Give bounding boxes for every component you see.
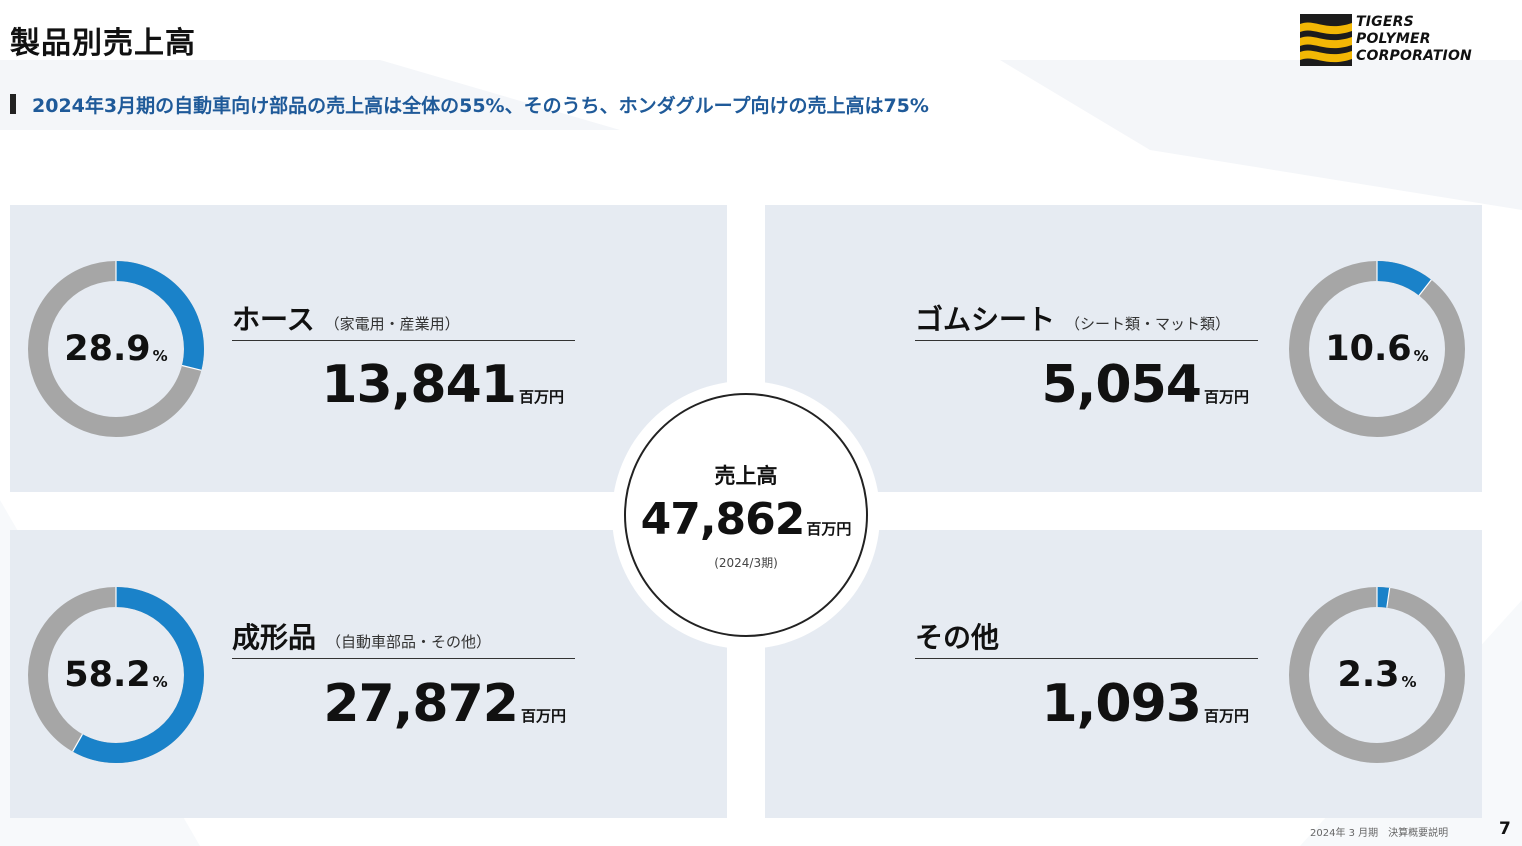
page-number: 7	[1499, 819, 1511, 839]
category-name-other: その他	[915, 621, 1000, 654]
total-sales-unit: 百万円	[806, 519, 852, 538]
sales-unit-rubber-sheet: 百万円	[1203, 388, 1249, 406]
sales-unit-other: 百万円	[1203, 707, 1249, 725]
donut-other: 2.3%	[1289, 587, 1465, 763]
category-name-hose: ホース	[232, 303, 315, 336]
sales-value-other: 1,093	[1041, 674, 1202, 734]
page-title: 製品別売上高	[10, 26, 196, 61]
category-header-molded: 成形品 （自動車部品・その他）	[232, 615, 575, 659]
category-header-hose: ホース （家電用・産業用）	[232, 297, 575, 341]
category-value-molded: 27,872 百万円	[232, 677, 566, 731]
logo-stripes-icon	[1300, 14, 1352, 66]
sales-unit-hose: 百万円	[518, 388, 564, 406]
sales-value-molded: 27,872	[323, 674, 519, 734]
category-header-other: その他	[915, 615, 1258, 659]
category-sub-rubber-sheet: （シート類・マット類）	[1065, 315, 1231, 333]
total-sales-circle: 売上高 47,862 百万円 (2024/3期)	[624, 393, 868, 637]
category-sub-hose: （家電用・産業用）	[324, 315, 460, 333]
percent-value-hose: 28.9	[64, 329, 151, 369]
category-name-rubber-sheet: ゴムシート	[915, 303, 1056, 336]
percent-value-other: 2.3	[1337, 655, 1400, 695]
total-sales-ring: 売上高 47,862 百万円 (2024/3期)	[612, 381, 880, 649]
total-sales-period: (2024/3期)	[714, 555, 778, 570]
percent-sign-other: %	[1401, 673, 1417, 691]
donut-label-hose: 28.9%	[28, 261, 204, 437]
percent-sign-hose: %	[152, 347, 168, 365]
percent-value-molded: 58.2	[64, 655, 151, 695]
logo-line-3: CORPORATION	[1356, 48, 1472, 64]
donut-label-other: 2.3%	[1289, 587, 1465, 763]
subtitle-marker	[10, 94, 16, 114]
total-sales-label: 売上高	[714, 463, 778, 488]
percent-sign-rubber-sheet: %	[1413, 347, 1429, 365]
total-sales-value-row: 47,862 百万円	[640, 493, 852, 545]
donut-rubber-sheet: 10.6%	[1289, 261, 1465, 437]
logo-line-1: TIGERS	[1356, 14, 1414, 30]
total-sales-value: 47,862	[640, 493, 806, 545]
percent-value-rubber-sheet: 10.6	[1325, 329, 1412, 369]
category-value-other: 1,093 百万円	[915, 674, 1250, 734]
category-name-molded: 成形品	[232, 621, 317, 654]
sales-unit-molded: 百万円	[520, 707, 566, 725]
donut-label-molded: 58.2%	[28, 587, 204, 763]
company-logo: TIGERS POLYMER CORPORATION	[1300, 14, 1490, 68]
logo-line-2: POLYMER	[1356, 31, 1431, 47]
logo-wordmark: TIGERS POLYMER CORPORATION	[1356, 14, 1490, 65]
subtitle: 2024年3月期の自動車向け部品の売上高は全体の55%、そのうち、ホンダグループ…	[10, 92, 929, 117]
category-header-rubber-sheet: ゴムシート （シート類・マット類）	[915, 297, 1258, 341]
category-sub-molded: （自動車部品・その他）	[326, 633, 492, 651]
donut-label-rubber-sheet: 10.6%	[1289, 261, 1465, 437]
category-value-hose: 13,841 百万円	[232, 358, 564, 412]
donut-hose: 28.9%	[28, 261, 204, 437]
category-value-rubber-sheet: 5,054 百万円	[915, 355, 1250, 415]
sales-value-hose: 13,841	[321, 355, 517, 415]
footer-caption: 2024年 3 月期 決算概要説明	[1310, 828, 1449, 839]
donut-molded: 58.2%	[28, 587, 204, 763]
percent-sign-molded: %	[152, 673, 168, 691]
sales-value-rubber-sheet: 5,054	[1041, 355, 1202, 415]
subtitle-text: 2024年3月期の自動車向け部品の売上高は全体の55%、そのうち、ホンダグループ…	[32, 94, 929, 117]
